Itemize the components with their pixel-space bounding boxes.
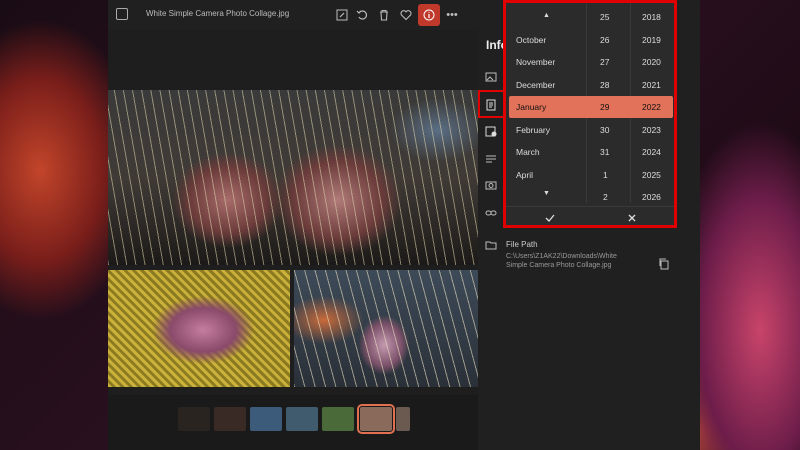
day-option[interactable]: 27 xyxy=(600,51,609,73)
day-column[interactable]: 25 26 27 28 29 30 31 1 2 xyxy=(586,3,630,203)
day-option[interactable]: 2 xyxy=(603,186,608,208)
title-bar: White Simple Camera Photo Collage.jpg ••… xyxy=(108,0,478,30)
month-option[interactable]: February xyxy=(516,119,550,141)
year-column[interactable]: 2018 2019 2020 2021 2022 2023 2024 2025 … xyxy=(630,3,674,203)
photo-viewer xyxy=(108,30,478,395)
day-option[interactable]: 1 xyxy=(603,164,608,186)
filmstrip-thumbnail-selected[interactable] xyxy=(357,404,395,434)
info-icon[interactable] xyxy=(418,4,440,26)
filmstrip-thumbnail[interactable] xyxy=(178,407,210,431)
camera-icon[interactable] xyxy=(484,178,498,192)
day-option[interactable]: 30 xyxy=(600,119,609,141)
accept-button[interactable] xyxy=(520,210,580,226)
year-option[interactable]: 2023 xyxy=(642,119,661,141)
day-option[interactable]: 26 xyxy=(600,29,609,51)
year-option-selected[interactable]: 2022 xyxy=(642,96,661,118)
filmstrip-thumbnail[interactable] xyxy=(396,407,410,431)
collage-photo-main xyxy=(108,90,478,265)
file-name-title: White Simple Camera Photo Collage.jpg xyxy=(146,9,290,18)
filmstrip-thumbnail[interactable] xyxy=(214,407,246,431)
year-option[interactable]: 2019 xyxy=(642,29,661,51)
image-icon[interactable] xyxy=(484,70,498,84)
filmstrip xyxy=(108,395,478,450)
day-option[interactable]: 28 xyxy=(600,74,609,96)
photos-app-icon xyxy=(116,8,128,20)
check-icon xyxy=(545,214,555,222)
favorite-icon[interactable] xyxy=(398,7,414,23)
date-picker-flyout: ▲ ▼ October November December January Fe… xyxy=(503,0,677,228)
month-option[interactable]: December xyxy=(516,74,555,96)
day-option[interactable]: 25 xyxy=(600,6,609,28)
year-option[interactable]: 2018 xyxy=(642,6,661,28)
month-column[interactable]: October November December January Februa… xyxy=(506,3,586,203)
day-option[interactable]: 31 xyxy=(600,141,609,163)
filmstrip-thumbnail[interactable] xyxy=(250,407,282,431)
copy-icon[interactable] xyxy=(658,258,670,270)
more-icon[interactable]: ••• xyxy=(444,7,460,23)
year-option[interactable]: 2020 xyxy=(642,51,661,73)
year-option[interactable]: 2021 xyxy=(642,74,661,96)
close-icon xyxy=(628,214,636,222)
folder-icon xyxy=(484,238,498,252)
cancel-button[interactable] xyxy=(602,210,662,226)
month-option-selected[interactable]: January xyxy=(516,96,546,118)
rotate-icon[interactable] xyxy=(354,7,370,23)
year-option[interactable]: 2026 xyxy=(642,186,661,208)
year-option[interactable]: 2024 xyxy=(642,141,661,163)
filmstrip-thumbnail[interactable] xyxy=(322,407,354,431)
year-option[interactable]: 2025 xyxy=(642,164,661,186)
month-option[interactable]: October xyxy=(516,29,546,51)
calendar-edit-icon[interactable] xyxy=(484,124,498,138)
month-option[interactable]: April xyxy=(516,164,533,186)
file-path-label: File Path xyxy=(506,240,538,249)
document-icon[interactable] xyxy=(484,98,498,112)
date-picker-footer xyxy=(506,206,674,228)
month-option[interactable]: March xyxy=(516,141,540,163)
link-icon[interactable] xyxy=(484,206,498,220)
edit-icon[interactable] xyxy=(334,7,350,23)
day-option-selected[interactable]: 29 xyxy=(600,96,609,118)
collage-photo-bottom-left xyxy=(108,270,290,387)
delete-icon[interactable] xyxy=(376,7,392,23)
collage-photo-bottom-right xyxy=(294,270,478,387)
month-option[interactable]: November xyxy=(516,51,555,73)
text-lines-icon[interactable] xyxy=(484,152,498,166)
file-path-value: C:\Users\Z1AK22\Downloads\White Simple C… xyxy=(506,253,617,269)
filmstrip-thumbnail[interactable] xyxy=(286,407,318,431)
